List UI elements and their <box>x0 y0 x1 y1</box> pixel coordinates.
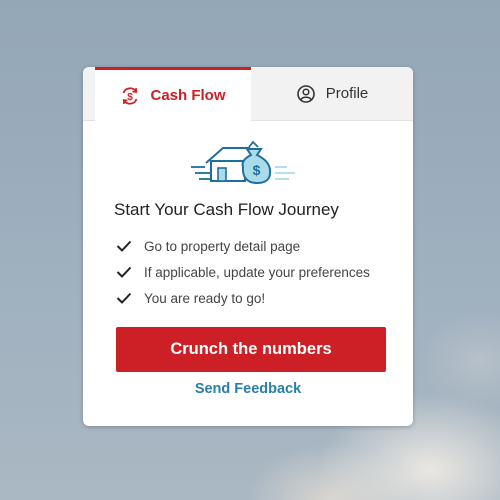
checkmark-icon <box>116 239 132 253</box>
list-item: You are ready to go! <box>116 285 370 311</box>
checkmark-icon <box>116 265 132 279</box>
crunch-numbers-button[interactable]: Crunch the numbers <box>116 327 386 372</box>
list-item: Go to property detail page <box>116 233 370 259</box>
tab-cash-flow-label: Cash Flow <box>150 87 226 104</box>
svg-text:$: $ <box>253 162 261 178</box>
step-text: You are ready to go! <box>144 290 266 306</box>
send-feedback-link[interactable]: Send Feedback <box>83 381 413 397</box>
list-item: If applicable, update your preferences <box>116 259 370 285</box>
house-money-bag-illustration: $ <box>191 139 297 187</box>
step-text: Go to property detail page <box>144 238 301 254</box>
tab-bar: $ Cash Flow Profile <box>83 67 413 121</box>
svg-text:$: $ <box>128 92 134 103</box>
cash-flow-icon: $ <box>120 86 140 106</box>
tab-profile-label: Profile <box>325 85 369 102</box>
tab-profile[interactable]: Profile <box>251 67 413 120</box>
checkmark-icon <box>116 291 132 305</box>
cash-flow-widget: $ Cash Flow Profile $ Start Your Cash Fl… <box>83 67 413 426</box>
tab-cash-flow[interactable]: $ Cash Flow <box>95 67 251 121</box>
profile-icon <box>296 84 316 104</box>
journey-heading: Start Your Cash Flow Journey <box>114 200 339 219</box>
steps-checklist: Go to property detail page If applicable… <box>116 233 370 311</box>
step-text: If applicable, update your preferences <box>144 264 370 280</box>
